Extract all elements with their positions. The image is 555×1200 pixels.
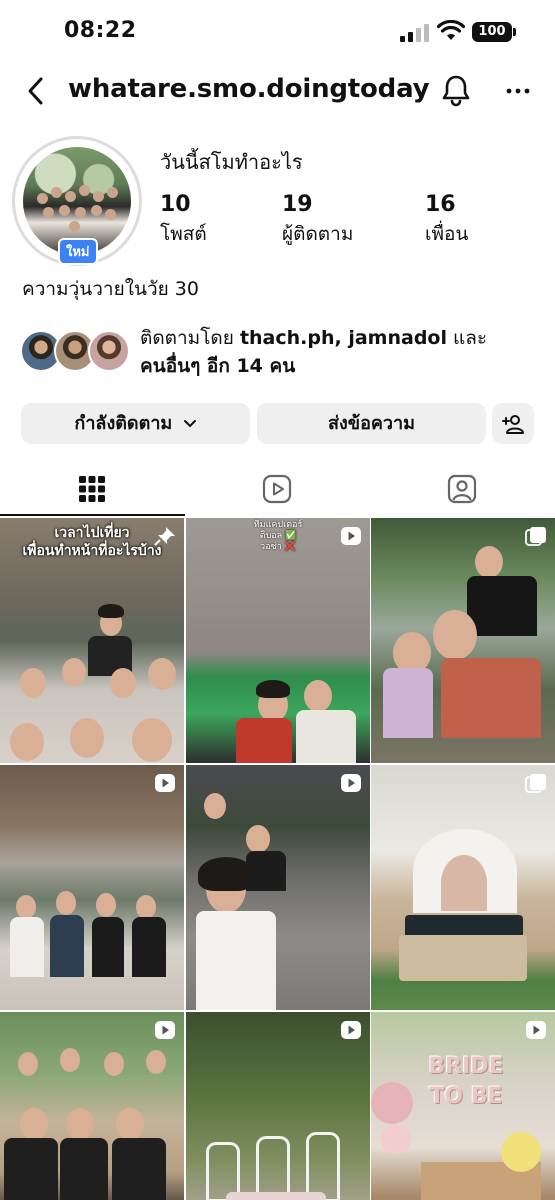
stat-followers[interactable]: 19 ผู้ติดตาม (282, 192, 353, 249)
chevron-down-icon (183, 420, 196, 428)
followed-by[interactable]: ติดตามโดย thach.ph, jamnadol และ คนอื่นๆ… (20, 324, 540, 384)
add-user-icon (502, 415, 524, 434)
bell-icon[interactable] (438, 72, 474, 108)
followed-by-text: ติดตามโดย thach.ph, jamnadol และ คนอื่นๆ… (140, 324, 540, 380)
followed-by-others[interactable]: คนอื่นๆ อีก 14 คน (140, 355, 295, 377)
followers-count: 19 (282, 192, 313, 217)
post-tile[interactable] (186, 1012, 370, 1200)
friends-count: 16 (425, 192, 456, 217)
post-tile[interactable] (186, 765, 370, 1010)
post-tile[interactable] (0, 1012, 184, 1200)
carousel-icon (525, 774, 546, 793)
post-tile[interactable] (371, 518, 555, 763)
tab-tagged[interactable] (370, 462, 555, 516)
grid-icon (79, 476, 105, 502)
message-button[interactable]: ส่งข้อความ (257, 403, 486, 444)
bride-to-be-balloons: BRIDE TO BE (411, 1052, 521, 1114)
follower-avatar (88, 330, 130, 372)
friends-label: เพื่อน (425, 223, 469, 245)
profile-bio: ความวุ่นวายในวัย 30 (22, 278, 199, 300)
posts-label: โพสต์ (160, 223, 207, 245)
signal-icon (400, 24, 430, 42)
reel-icon (341, 527, 361, 545)
status-bar: 08:22 100 (0, 0, 555, 66)
wifi-icon (437, 20, 465, 40)
balloon-letters: BRIDE TO BE (428, 1054, 504, 1109)
post-tile[interactable]: เวลาไปเที่ยว เพื่อนทำหน้าที่อะไรบ้าง (0, 518, 184, 763)
pin-icon (154, 527, 175, 546)
reel-icon (526, 1021, 546, 1039)
new-badge: ใหม่ (58, 238, 98, 265)
profile-tabs (0, 462, 555, 516)
reels-icon (262, 474, 292, 504)
followed-by-prefix: ติดตามโดย (140, 327, 234, 349)
reel-icon (341, 774, 361, 792)
post-tile[interactable]: BRIDE TO BE (371, 1012, 555, 1200)
follower-avatars (20, 330, 130, 372)
reel-icon (155, 774, 175, 792)
more-icon[interactable] (500, 74, 536, 108)
post-tile[interactable]: ทีมแคปเตอร์ ดิบอล ✅ วอซ่า ❌ (186, 518, 370, 763)
reel-icon (341, 1021, 361, 1039)
post-tile[interactable] (0, 765, 184, 1010)
followers-label: ผู้ติดตาม (282, 223, 354, 245)
back-arrow-icon[interactable] (22, 74, 52, 108)
message-label: ส่งข้อความ (327, 413, 415, 434)
followed-by-and: และ (453, 327, 488, 349)
posts-grid: เวลาไปเที่ยว เพื่อนทำหน้าที่อะไรบ้าง ทีม… (0, 518, 555, 1200)
stat-posts[interactable]: 10 โพสต์ (160, 192, 207, 249)
display-name: วันนี้สโมทำอะไร (160, 150, 303, 174)
posts-count: 10 (160, 192, 191, 217)
battery-icon: 100 (472, 22, 516, 42)
stat-friends[interactable]: 16 เพื่อน (425, 192, 468, 249)
post-tile[interactable] (371, 765, 555, 1010)
add-user-button[interactable] (492, 403, 534, 444)
profile-username: whatare.smo.doingtoday (68, 74, 430, 104)
tagged-icon (447, 474, 477, 504)
carousel-icon (525, 527, 546, 546)
tab-reels[interactable] (185, 462, 370, 516)
followed-by-names[interactable]: thach.ph, jamnadol (240, 327, 447, 349)
tab-grid[interactable] (0, 462, 185, 516)
following-button[interactable]: กำลังติดตาม (21, 403, 250, 444)
reel-icon (155, 1021, 175, 1039)
status-time: 08:22 (64, 18, 137, 43)
following-label: กำลังติดตาม (74, 413, 173, 434)
profile-header: whatare.smo.doingtoday (0, 66, 555, 116)
